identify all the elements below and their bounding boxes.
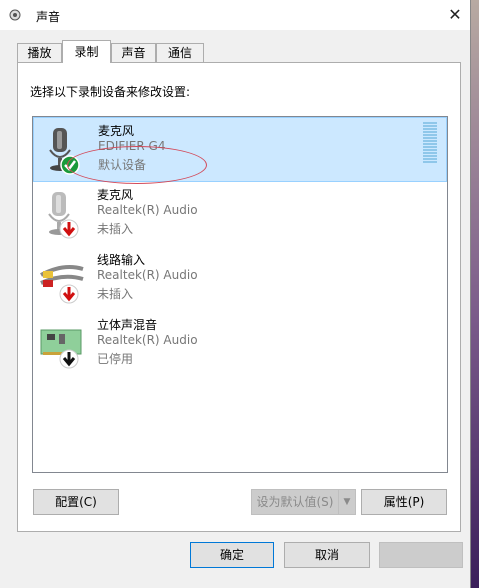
- tab-communications[interactable]: 通信: [156, 43, 204, 62]
- cancel-button[interactable]: 取消: [284, 542, 370, 568]
- device-name: 线路输入: [97, 253, 146, 267]
- device-name: 麦克风: [98, 124, 135, 138]
- microphone-icon: [49, 128, 80, 175]
- configure-button[interactable]: 配置(C): [33, 489, 119, 515]
- device-item-microphone-edifier[interactable]: 麦克风 EDIFIER G4 默认设备: [33, 117, 447, 184]
- microphone-icon: [48, 192, 79, 239]
- device-item-microphone-realtek[interactable]: 麦克风 Realtek(R) Audio 未插入: [33, 182, 447, 247]
- device-status: 未插入: [97, 222, 134, 236]
- device-description: Realtek(R) Audio: [97, 203, 198, 217]
- sound-card-icon: [40, 329, 82, 369]
- instruction-text: 选择以下录制设备来修改设置:: [30, 85, 191, 99]
- tab-playback[interactable]: 播放: [17, 43, 62, 62]
- speaker-app-icon: [9, 9, 21, 21]
- device-status: 已停用: [97, 352, 134, 366]
- red-down-arrow-icon: [59, 284, 79, 304]
- device-item-stereo-mix[interactable]: 立体声混音 Realtek(R) Audio 已停用: [33, 312, 447, 377]
- set-default-dropdown-arrow[interactable]: ▼: [338, 489, 356, 515]
- tab-recording[interactable]: 录制: [62, 40, 111, 63]
- sound-dialog: 声音 ✕ 播放 录制 声音 通信 选择以下录制设备来修改设置: 麦克风 EDIF…: [0, 0, 471, 588]
- set-default-button[interactable]: 设为默认值(S): [251, 489, 339, 515]
- recording-panel: 选择以下录制设备来修改设置: 麦克风 EDIFIER G4 默认设备 麦克风 R…: [17, 62, 461, 532]
- device-name: 立体声混音: [97, 318, 158, 332]
- device-description: Realtek(R) Audio: [97, 333, 198, 347]
- device-description: Realtek(R) Audio: [97, 268, 198, 282]
- watermark-logo: [362, 538, 468, 572]
- close-button[interactable]: ✕: [440, 0, 470, 30]
- device-name: 麦克风: [97, 188, 134, 202]
- check-badge-icon: [60, 155, 80, 175]
- device-description: EDIFIER G4: [98, 139, 166, 153]
- device-status: 默认设备: [98, 158, 147, 172]
- level-meter: [423, 122, 437, 164]
- window-title: 声音: [36, 10, 61, 24]
- line-in-cable-icon: [40, 265, 84, 304]
- title-bar[interactable]: 声音 ✕: [0, 0, 470, 30]
- device-item-line-in[interactable]: 线路输入 Realtek(R) Audio 未插入: [33, 247, 447, 312]
- device-list[interactable]: 麦克风 EDIFIER G4 默认设备 麦克风 Realtek(R) Audio…: [32, 116, 448, 473]
- tab-sounds[interactable]: 声音: [111, 43, 156, 62]
- ok-button[interactable]: 确定: [190, 542, 274, 568]
- device-status: 未插入: [97, 287, 134, 301]
- red-down-arrow-icon: [59, 219, 79, 239]
- properties-button[interactable]: 属性(P): [361, 489, 447, 515]
- black-down-arrow-icon: [59, 349, 79, 369]
